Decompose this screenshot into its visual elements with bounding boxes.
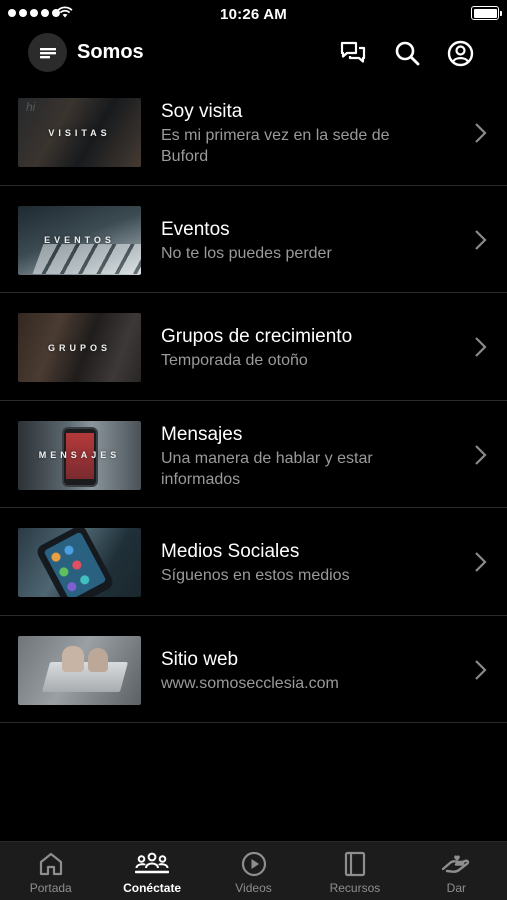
medios-sociales-thumbnail xyxy=(18,528,141,597)
list-item-sitio-web[interactable]: Sitio web www.somosecclesia.com xyxy=(0,616,507,723)
list-item-soy-visita[interactable]: hi VISITAS Soy visita Es mi primera vez … xyxy=(0,78,507,186)
list-item-subtitle: Una manera de hablar y estar informados xyxy=(161,449,373,488)
people-icon xyxy=(135,850,170,878)
chevron-right-icon xyxy=(475,659,487,680)
play-icon xyxy=(241,850,267,878)
thumbnail-label: MENSAJES xyxy=(38,450,121,460)
battery-icon xyxy=(471,6,502,20)
thumbnail-label: EVENTOS xyxy=(44,235,115,245)
list-item-grupos[interactable]: GRUPOS Grupos de crecimiento Temporada d… xyxy=(0,293,507,401)
sitio-web-thumbnail xyxy=(18,635,141,705)
account-icon[interactable] xyxy=(446,39,474,67)
list-item-text: Soy visita Es mi primera vez en la sede … xyxy=(161,100,427,167)
list-item-subtitle: No te los puedes perder xyxy=(161,244,332,262)
tab-recursos[interactable]: Recursos xyxy=(304,842,405,900)
list-item-subtitle: Temporada de otoño xyxy=(161,352,308,369)
menu-logo-icon[interactable] xyxy=(28,33,67,72)
tab-conectate[interactable]: Conéctate xyxy=(101,842,202,900)
list-item-title: Sitio web xyxy=(161,648,239,670)
visitas-thumbnail: hi VISITAS xyxy=(18,98,141,167)
tab-label: Portada xyxy=(29,881,72,895)
search-icon[interactable] xyxy=(393,39,421,67)
list-item-title: Eventos xyxy=(161,218,230,240)
tab-bar: Portada Conéctate Videos Recursos Dar xyxy=(0,841,507,900)
list-item-text: Medios Sociales Síguenos en estos medios xyxy=(161,540,427,586)
list-item-title: Soy visita xyxy=(161,101,243,122)
app-title: Somos xyxy=(77,41,144,63)
list-item-subtitle: Es mi primera vez en la sede de Buford xyxy=(161,127,390,165)
list-item-mensajes[interactable]: MENSAJES Mensajes Una manera de hablar y… xyxy=(0,401,507,508)
tab-dar[interactable]: Dar xyxy=(406,842,507,900)
tab-label: Videos xyxy=(235,881,272,895)
chevron-right-icon xyxy=(475,444,487,465)
app-header: Somos xyxy=(0,30,507,76)
list-item-text: Eventos No te los puedes perder xyxy=(161,218,427,264)
status-bar: 10:26 AM xyxy=(0,0,507,28)
list-item-title: Grupos de crecimiento xyxy=(161,326,353,347)
chevron-right-icon xyxy=(475,229,487,250)
list-item-title: Medios Sociales xyxy=(161,541,300,562)
status-time: 10:26 AM xyxy=(220,6,287,23)
tab-portada[interactable]: Portada xyxy=(0,842,101,900)
list-item-subtitle: www.somosecclesia.com xyxy=(161,674,339,692)
list-item-eventos[interactable]: EVENTOS Eventos No te los puedes perder xyxy=(0,186,507,293)
list-item-medios-sociales[interactable]: Medios Sociales Síguenos en estos medios xyxy=(0,508,507,616)
list-item-text: Mensajes Una manera de hablar y estar in… xyxy=(161,423,427,490)
list-item-subtitle: Síguenos en estos medios xyxy=(161,567,350,584)
grupos-thumbnail: GRUPOS xyxy=(18,313,141,382)
chevron-right-icon xyxy=(475,123,487,143)
chevron-right-icon xyxy=(475,552,487,572)
thumbnail-label: VISITAS xyxy=(48,127,111,138)
thumbnail-label: GRUPOS xyxy=(47,342,111,353)
book-icon xyxy=(344,850,366,878)
eventos-thumbnail: EVENTOS xyxy=(18,205,141,275)
list-item-title: Mensajes xyxy=(161,423,243,445)
connect-list: hi VISITAS Soy visita Es mi primera vez … xyxy=(0,78,507,723)
home-icon xyxy=(38,850,64,878)
tab-label: Conéctate xyxy=(123,881,182,895)
list-item-text: Sitio web www.somosecclesia.com xyxy=(161,648,427,694)
tab-label: Dar xyxy=(446,881,466,895)
tab-videos[interactable]: Videos xyxy=(203,842,304,900)
chat-icon[interactable] xyxy=(339,39,367,67)
mensajes-thumbnail: MENSAJES xyxy=(18,420,141,490)
tab-label: Recursos xyxy=(329,881,381,895)
list-item-text: Grupos de crecimiento Temporada de otoño xyxy=(161,325,427,371)
give-hand-icon xyxy=(441,850,471,878)
chevron-right-icon xyxy=(475,337,487,357)
